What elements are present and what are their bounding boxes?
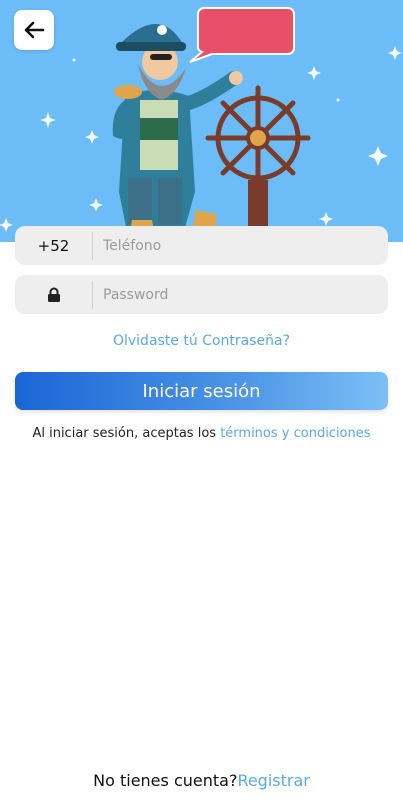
password-input[interactable] xyxy=(93,285,365,304)
arrow-left-icon xyxy=(24,21,45,39)
login-button[interactable]: Iniciar sesión xyxy=(15,372,388,410)
back-button[interactable] xyxy=(14,10,54,50)
country-code-prefix[interactable]: +52 xyxy=(15,231,93,260)
password-field xyxy=(15,275,388,314)
lock-icon-container xyxy=(15,280,93,309)
register-text: No tienes cuenta? xyxy=(93,771,238,790)
forgot-password-link[interactable]: Olvidaste tú Contraseña? xyxy=(0,333,403,349)
phone-field: +52 xyxy=(15,226,388,265)
lock-icon xyxy=(47,287,60,302)
phone-input[interactable] xyxy=(93,236,365,255)
hero-banner xyxy=(0,0,403,242)
terms-link[interactable]: términos y condiciones xyxy=(220,426,370,441)
register-link[interactable]: Registrar xyxy=(237,771,309,790)
pirate-captain-illustration xyxy=(0,7,402,242)
terms-notice: Al iniciar sesión, aceptas los términos … xyxy=(0,426,403,441)
terms-text: Al iniciar sesión, aceptas los xyxy=(32,426,221,441)
register-prompt: No tienes cuenta?Registrar xyxy=(0,771,403,790)
